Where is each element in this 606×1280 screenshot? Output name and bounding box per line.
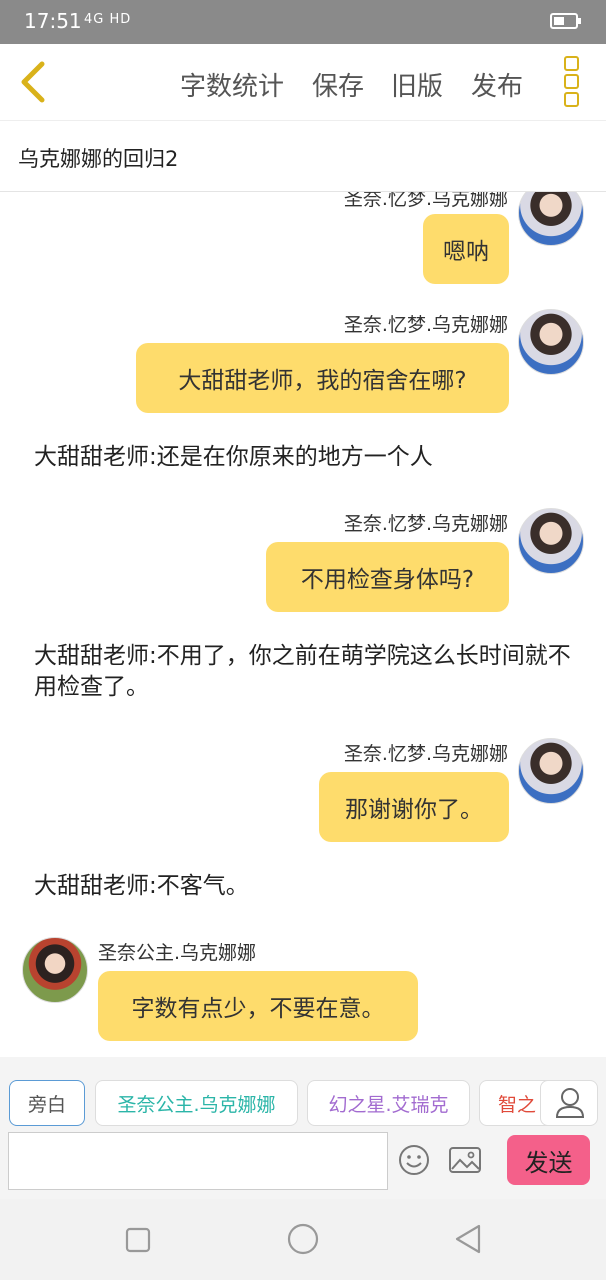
narration-text[interactable]: 大甜甜老师:还是在你原来的地方一个人 (34, 442, 574, 473)
home-button[interactable] (287, 1223, 319, 1259)
input-row: 发送 (0, 1129, 606, 1199)
signal-indicator: 4G HD (84, 12, 132, 27)
narration-text[interactable]: 大甜甜老师:不客气。 (34, 871, 574, 902)
message-input[interactable] (8, 1132, 388, 1190)
more-icon (564, 56, 579, 71)
save-button[interactable]: 保存 (312, 66, 364, 103)
system-nav-bar (0, 1199, 606, 1280)
triangle-back-icon (455, 1224, 481, 1254)
circle-icon (287, 1223, 319, 1255)
image-button[interactable] (447, 1143, 483, 1177)
role-manage-button[interactable] (540, 1080, 598, 1126)
avatar[interactable] (518, 309, 584, 375)
role-chip[interactable]: 幻之星.艾瑞克 (307, 1080, 470, 1126)
image-icon (449, 1147, 481, 1173)
role-chip-narrator[interactable]: 旁白 (9, 1080, 85, 1126)
narration-text[interactable]: 大甜甜老师:不用了，你之前在萌学院这么长时间就不用检查了。 (34, 641, 574, 703)
battery-icon (550, 13, 581, 29)
story-title-bar[interactable]: 乌克娜娜的回归2 (0, 121, 606, 192)
role-selector-bar: 旁白 圣奈公主.乌克娜娜 幻之星.艾瑞克 智之 (0, 1057, 606, 1129)
emoji-icon (399, 1145, 429, 1175)
story-title: 乌克娜娜的回归2 (18, 147, 179, 171)
top-nav: 字数统计 保存 旧版 发布 (0, 44, 606, 121)
publish-button[interactable]: 发布 (471, 66, 523, 103)
message-bubble[interactable]: 大甜甜老师，我的宿舍在哪? (136, 343, 509, 413)
send-button[interactable]: 发送 (507, 1135, 590, 1185)
sender-name: 圣奈.忆梦.乌克娜娜 (343, 314, 508, 336)
sender-name: 圣奈公主.乌克娜娜 (98, 942, 257, 964)
avatar[interactable] (518, 508, 584, 574)
back-button[interactable] (18, 60, 48, 104)
more-menu-button[interactable] (564, 56, 582, 108)
message-bubble[interactable]: 不用检查身体吗? (266, 542, 509, 612)
chevron-left-icon (21, 61, 45, 103)
status-time: 17:51 (24, 9, 82, 33)
user-icon (555, 1088, 585, 1118)
old-version-button[interactable]: 旧版 (391, 66, 443, 103)
word-count-button[interactable]: 字数统计 (180, 66, 284, 103)
sender-name: 圣奈.忆梦.乌克娜娜 (343, 513, 508, 535)
square-icon (125, 1227, 151, 1253)
message-bubble[interactable]: 那谢谢你了。 (319, 772, 509, 842)
sender-name: 圣奈.忆梦.乌克娜娜 (343, 743, 508, 765)
recent-apps-button[interactable] (125, 1227, 151, 1257)
chat-area[interactable]: 圣奈.忆梦.乌克娜娜 嗯呐 圣奈.忆梦.乌克娜娜 大甜甜老师，我的宿舍在哪? 大… (0, 192, 606, 1056)
status-bar: 17:51 4G HD (0, 0, 606, 44)
back-system-button[interactable] (454, 1223, 482, 1259)
role-chip[interactable]: 圣奈公主.乌克娜娜 (95, 1080, 298, 1126)
sender-name: 圣奈.忆梦.乌克娜娜 (343, 192, 508, 210)
avatar[interactable] (22, 937, 88, 1003)
message-bubble[interactable]: 字数有点少，不要在意。 (98, 971, 418, 1041)
message-bubble[interactable]: 嗯呐 (423, 214, 509, 284)
avatar[interactable] (518, 738, 584, 804)
emoji-button[interactable] (397, 1143, 431, 1177)
avatar[interactable] (518, 192, 584, 246)
